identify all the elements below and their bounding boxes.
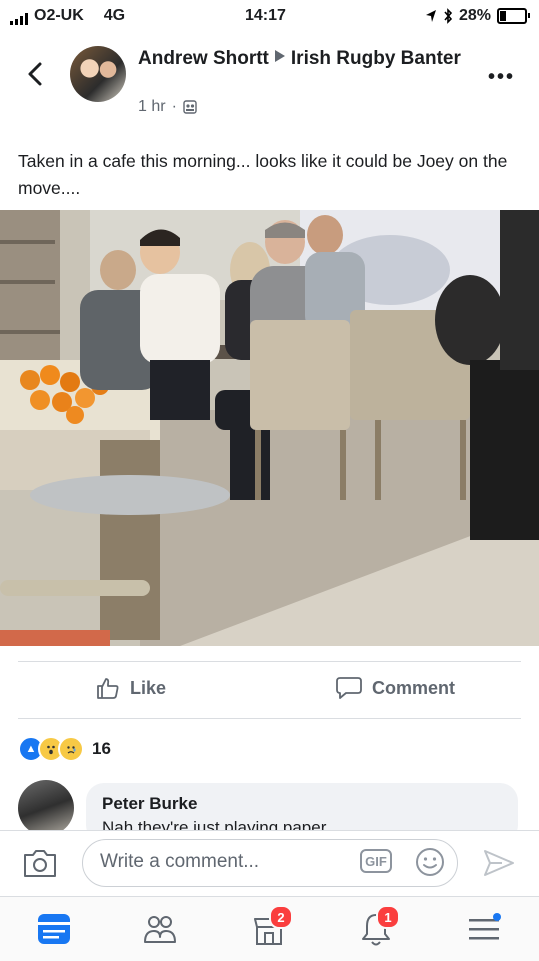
location-icon xyxy=(425,10,436,22)
thumbs-up-icon xyxy=(97,678,119,699)
status-bar: O2-UK 4G 14:17 28% xyxy=(0,0,539,32)
author-avatar[interactable] xyxy=(70,46,126,102)
battery-icon xyxy=(497,8,530,24)
group-name[interactable]: Irish Rugby Banter xyxy=(291,48,461,69)
reactions-summary[interactable]: ▲ 16 xyxy=(18,736,111,762)
comment-label: Comment xyxy=(372,677,456,698)
post-time[interactable]: 1 hr xyxy=(138,98,166,116)
bottom-nav: 2 1 xyxy=(0,896,539,961)
commenter-name[interactable]: Peter Burke xyxy=(102,794,197,814)
commenter-avatar[interactable] xyxy=(18,780,74,836)
cafe-photo-illustration xyxy=(0,210,539,646)
like-button[interactable]: Like xyxy=(96,676,166,700)
nav-news-feed[interactable] xyxy=(34,909,74,949)
nav-menu[interactable] xyxy=(464,909,504,949)
comment-text: Nah they're just playing paper xyxy=(102,818,327,830)
battery-percent: 28% xyxy=(458,7,491,24)
camera-icon[interactable] xyxy=(22,847,58,879)
post-actions: Like Comment xyxy=(0,676,539,708)
actions-divider-top xyxy=(18,661,521,662)
carrier-label: O2-UK xyxy=(34,7,84,24)
groups-icon xyxy=(144,916,176,943)
more-options-icon[interactable]: ••• xyxy=(488,66,515,89)
send-icon[interactable] xyxy=(482,848,516,878)
reaction-count: 16 xyxy=(92,739,111,758)
actions-divider-bottom xyxy=(18,718,521,719)
nav-marketplace[interactable]: 2 xyxy=(249,905,293,949)
nav-notifications[interactable]: 1 xyxy=(356,905,400,949)
comment-icon xyxy=(336,677,362,699)
gif-button[interactable]: GIF xyxy=(360,849,392,873)
emoji-icon[interactable] xyxy=(414,846,446,878)
notifications-badge: 1 xyxy=(376,905,400,929)
shared-to-arrow-icon xyxy=(274,50,285,62)
news-feed-icon xyxy=(38,914,70,944)
post-meta: 1 hr · xyxy=(138,98,197,116)
clock: 14:17 xyxy=(245,7,286,24)
nav-groups[interactable] xyxy=(140,909,180,949)
network-label: 4G xyxy=(103,7,126,24)
back-icon[interactable] xyxy=(22,60,50,88)
post-author-line: Andrew Shortt Irish Rugby Banter xyxy=(138,46,478,71)
menu-icon xyxy=(469,913,501,940)
like-label: Like xyxy=(130,677,167,698)
bluetooth-icon xyxy=(444,8,453,24)
comment-placeholder: Write a comment... xyxy=(100,851,260,872)
signal-icon xyxy=(10,13,28,25)
sad-reaction-icon xyxy=(58,736,84,762)
comment-button[interactable]: Comment xyxy=(336,676,455,700)
post-photo[interactable] xyxy=(0,210,539,646)
author-name[interactable]: Andrew Shortt xyxy=(138,48,269,69)
marketplace-badge: 2 xyxy=(269,905,293,929)
post-text: Taken in a cafe this morning... looks li… xyxy=(18,151,508,198)
group-audience-icon xyxy=(183,100,197,114)
